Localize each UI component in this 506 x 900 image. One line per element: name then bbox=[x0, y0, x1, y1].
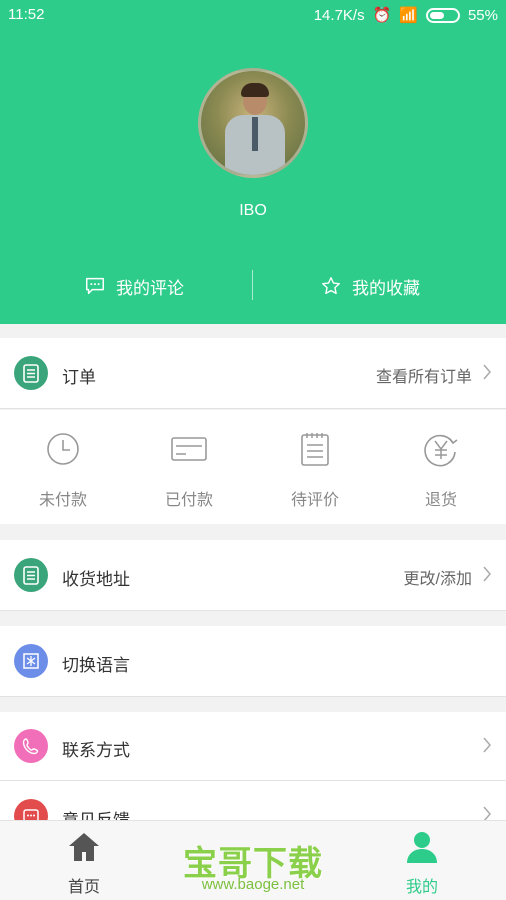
language-title: 切换语言 bbox=[62, 656, 130, 675]
clock-icon bbox=[47, 433, 79, 465]
orders-row[interactable]: 订单 查看所有订单 bbox=[0, 338, 506, 408]
status-bar: 11:52 14.7K/s ⏰ 📶 55% bbox=[0, 0, 506, 30]
username: IBO bbox=[239, 202, 267, 219]
contact-row[interactable]: 联系方式 bbox=[0, 712, 506, 780]
chevron-right-icon bbox=[483, 806, 491, 821]
star-icon bbox=[322, 277, 340, 295]
notepad-icon bbox=[301, 433, 329, 466]
chevron-right-icon bbox=[483, 364, 491, 380]
divider bbox=[252, 270, 253, 300]
phone-icon bbox=[14, 729, 48, 763]
chevron-right-icon bbox=[483, 737, 491, 753]
battery-icon bbox=[425, 7, 460, 23]
language-icon bbox=[14, 644, 48, 678]
alarm-icon: ⏰ bbox=[372, 7, 392, 24]
profile-header: 11:52 14.7K/s ⏰ 📶 55% IBO 我的评论 我的收藏 bbox=[0, 0, 506, 324]
language-row[interactable]: 切换语言 bbox=[0, 626, 506, 696]
card-icon bbox=[171, 437, 207, 461]
home-icon bbox=[69, 833, 99, 861]
address-icon bbox=[14, 558, 48, 592]
watermark: 宝哥下载 www.baoge.net bbox=[183, 845, 323, 893]
feedback-title: 意见反馈 bbox=[62, 811, 130, 821]
tab-unpaid[interactable]: 未付款 bbox=[0, 410, 126, 524]
my-favorites-button[interactable]: 我的收藏 bbox=[320, 268, 420, 304]
nav-mine[interactable]: 我的 bbox=[359, 821, 485, 900]
address-action-link[interactable]: 更改/添加 bbox=[404, 565, 472, 589]
network-speed: 14.7K/s bbox=[313, 6, 365, 24]
orders-icon bbox=[14, 356, 48, 390]
status-time: 11:52 bbox=[8, 6, 45, 23]
feedback-row[interactable]: 意见反馈 bbox=[0, 781, 506, 821]
contact-title: 联系方式 bbox=[62, 741, 130, 760]
nav-home[interactable]: 首页 bbox=[21, 821, 147, 900]
wifi-icon: 📶 bbox=[399, 7, 418, 24]
my-comments-button[interactable]: 我的评论 bbox=[84, 268, 184, 304]
yen-refund-icon bbox=[424, 434, 458, 467]
address-title: 收货地址 bbox=[62, 570, 130, 589]
tab-to-review[interactable]: 待评价 bbox=[252, 410, 378, 524]
tab-returns[interactable]: 退货 bbox=[378, 410, 504, 524]
battery-percent: 55% bbox=[467, 6, 498, 24]
chevron-right-icon bbox=[483, 566, 491, 582]
view-all-orders-link[interactable]: 查看所有订单 bbox=[376, 363, 472, 387]
tab-paid[interactable]: 已付款 bbox=[126, 410, 252, 524]
feedback-icon bbox=[14, 799, 48, 821]
avatar[interactable] bbox=[198, 68, 308, 178]
address-row[interactable]: 收货地址 更改/添加 bbox=[0, 540, 506, 610]
orders-title: 订单 bbox=[62, 368, 96, 387]
order-status-tabs: 未付款 已付款 待评价 退货 bbox=[0, 410, 506, 524]
user-icon bbox=[407, 832, 437, 863]
comment-icon bbox=[86, 277, 104, 295]
